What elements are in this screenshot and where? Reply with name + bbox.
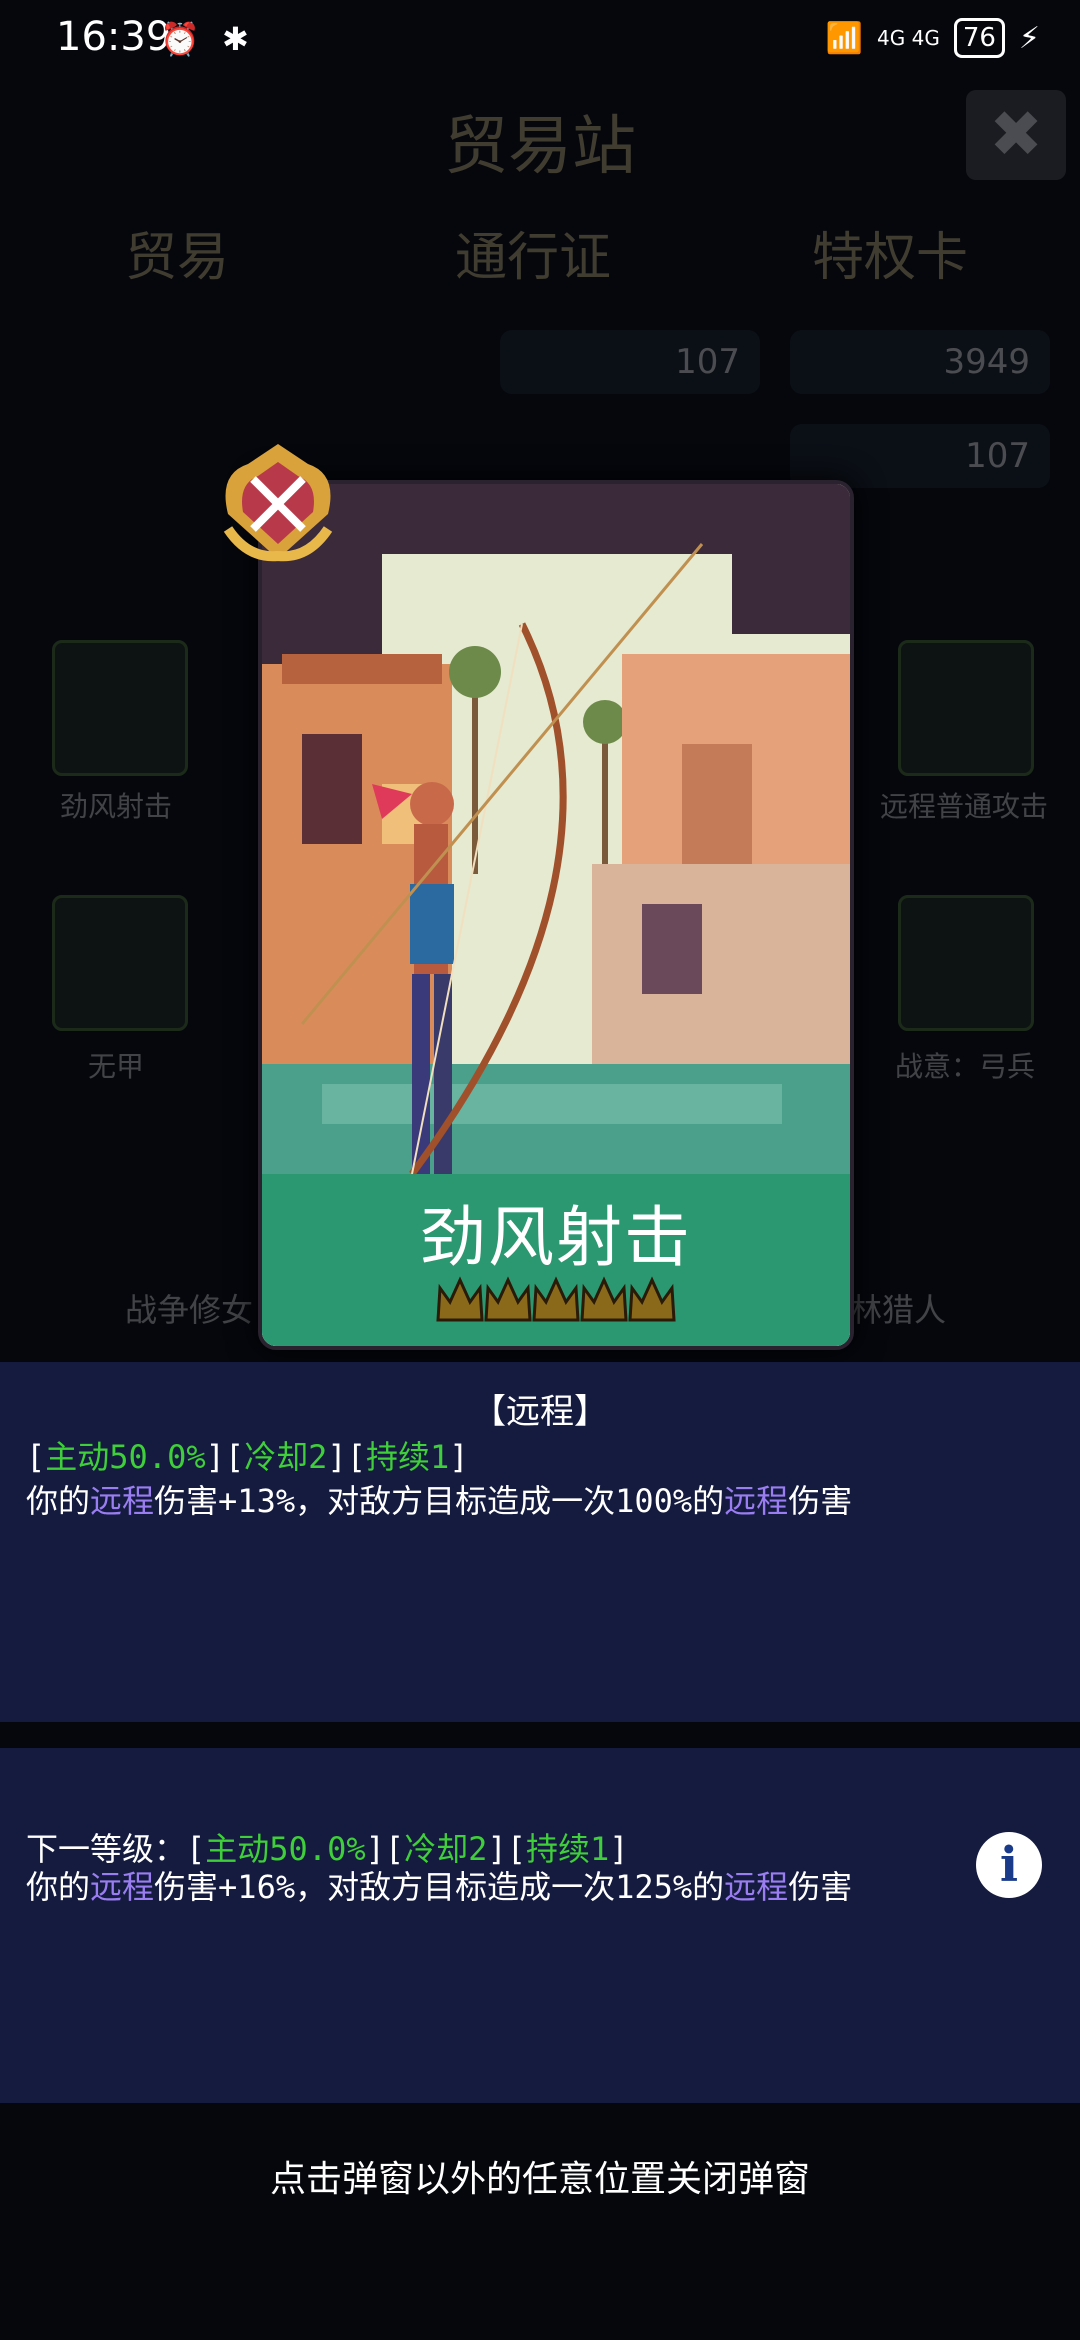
item-tile[interactable]	[52, 640, 188, 776]
close-button[interactable]: ✖	[966, 90, 1066, 180]
skill-type: 【远程】	[472, 1392, 608, 1432]
skill-tags: [主动50.0%][冷却2][持续1]	[26, 1438, 469, 1476]
item-label: 劲风射击	[60, 790, 173, 823]
card-name: 劲风射击	[420, 1199, 692, 1276]
crown-icon	[532, 1276, 580, 1322]
item-label: 无甲	[88, 1050, 145, 1083]
next-level-effect: 你的远程伤害+16%，对敌方目标造成一次125%的远程伤害	[26, 1868, 853, 1906]
currency-3[interactable]: 107	[790, 424, 1050, 488]
crown-rating-icon	[436, 1276, 676, 1322]
currency-1[interactable]: 107	[500, 330, 760, 394]
tab-trade[interactable]: 贸易	[125, 215, 229, 290]
crown-icon	[484, 1276, 532, 1322]
item-tile[interactable]	[52, 895, 188, 1031]
item-label: 远程普通攻击	[880, 790, 1049, 823]
close-hint[interactable]: 点击弹窗以外的任意位置关闭弹窗	[0, 2150, 1080, 2202]
tab-pass[interactable]: 通行证	[455, 215, 611, 290]
item-label: 战意：弓兵	[895, 1050, 1036, 1083]
tab-privilege[interactable]: 特权卡	[812, 215, 968, 290]
crown-icon	[436, 1276, 484, 1322]
item-tile[interactable]	[898, 895, 1034, 1031]
ranged-class-badge-icon	[223, 444, 333, 562]
item-label: 战争修女	[125, 1291, 254, 1329]
next-level-panel	[0, 1748, 1080, 2103]
item-tile[interactable]	[898, 640, 1034, 776]
skill-effect: 你的远程伤害+13%，对敌方目标造成一次100%的远程伤害	[26, 1482, 853, 1520]
crown-icon	[628, 1276, 676, 1322]
info-icon[interactable]: i	[976, 1832, 1042, 1898]
page-title: 贸易站	[444, 110, 636, 184]
crown-icon	[580, 1276, 628, 1322]
currency-2[interactable]: 3949	[790, 330, 1050, 394]
item-label: 林猎人	[850, 1291, 947, 1329]
skill-card: 劲风射击	[258, 480, 854, 1350]
